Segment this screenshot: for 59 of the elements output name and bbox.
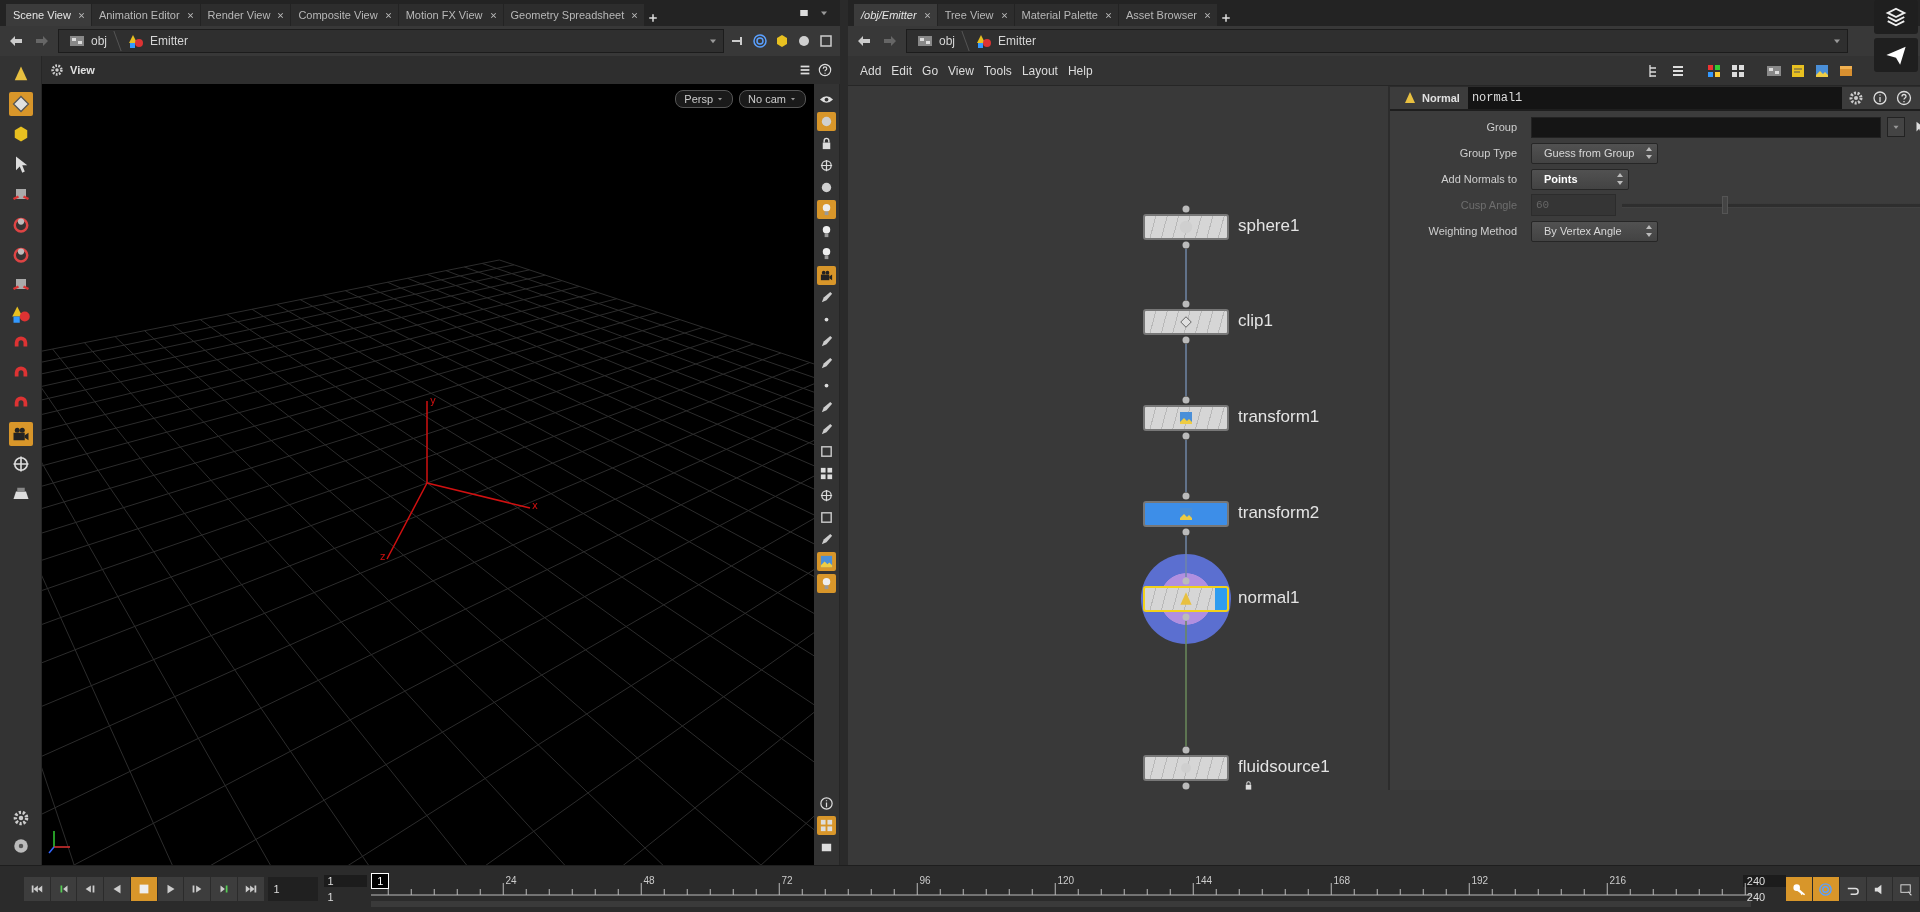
tab[interactable]: Animation Editor [91,4,200,26]
menu-item[interactable]: Layout [1017,61,1062,80]
frame-tick-label: 168 [1333,875,1351,886]
menu-item[interactable]: Tools [979,61,1016,80]
menu-item[interactable]: Go [918,61,943,80]
range-end-field[interactable]: 240 [1742,891,1787,903]
menu-button[interactable]: Guess from Group [1531,142,1658,164]
frame-tick-label: 192 [1471,875,1489,886]
frame-tick-label: 96 [919,875,931,886]
path-crumb[interactable]: Emitter [970,33,1043,49]
axis-label: x [532,500,538,511]
frame-tick-label: 144 [1195,875,1213,886]
menu-item[interactable]: Help [1063,61,1097,80]
tab[interactable]: Composite View [291,4,398,26]
tab[interactable]: /obj/Emitter [854,4,937,26]
path-crumb[interactable]: obj [63,33,113,49]
axis-label: z [380,551,386,562]
menu-item[interactable]: Edit [887,61,917,80]
menu-button[interactable]: By Vertex Angle [1531,220,1658,242]
menu-item[interactable]: View [944,61,978,80]
tab[interactable]: Geometry Spreadsheet [503,4,645,26]
node-label: transform1 [1238,407,1320,427]
parameter-label: Weighting Method [1427,225,1517,237]
tab[interactable]: Material Palette [1014,4,1118,26]
node-name-field[interactable]: normal1 [1467,87,1842,109]
path-crumb[interactable]: obj [911,33,961,49]
range-start-field[interactable]: 1 [323,891,368,903]
node-type-label: Normal [1422,92,1460,104]
camera-menu[interactable]: Persp [675,90,734,108]
frame-tick-label: 24 [505,875,517,886]
tab[interactable]: Render View [200,4,291,26]
parameter-label: Add Normals to [1440,173,1517,185]
path-crumb[interactable]: Emitter [122,33,195,49]
camera-menu[interactable]: No cam [739,90,806,108]
frame-field[interactable]: 1 [267,877,318,901]
range-start-field[interactable]: 1 [323,875,368,887]
tab[interactable]: Asset Browser [1119,4,1217,26]
frame-tick-label: 72 [781,875,793,886]
frame-tick-label: 48 [643,875,655,886]
frame-tick-label: 216 [1609,875,1627,886]
parameter-label: Group [1485,121,1517,133]
node-label: clip1 [1238,311,1273,331]
range-end-field[interactable]: 240 [1742,875,1787,887]
tab[interactable]: Tree View [937,4,1014,26]
parameter-label: Group Type [1458,147,1517,159]
timeline-track[interactable]: 1 24 48 72 96 120 144 168 192 216 [371,869,1737,909]
view-title: View [70,64,95,76]
viewport[interactable]: y x z Persp No cam [42,84,814,865]
axis-label: y [430,395,436,406]
node-label: sphere1 [1238,216,1300,236]
node-label: transform2 [1238,503,1320,523]
menu-item[interactable]: Add [856,61,886,80]
menu-button[interactable]: Points [1531,168,1629,190]
node-label: normal1 [1238,588,1300,608]
tab[interactable]: Scene View [6,4,91,26]
node-label: fluidsource1 [1238,757,1330,777]
current-frame-marker[interactable]: 1 [371,873,390,889]
frame-tick-label: 120 [1057,875,1075,886]
tab[interactable]: Motion FX View [398,4,503,26]
